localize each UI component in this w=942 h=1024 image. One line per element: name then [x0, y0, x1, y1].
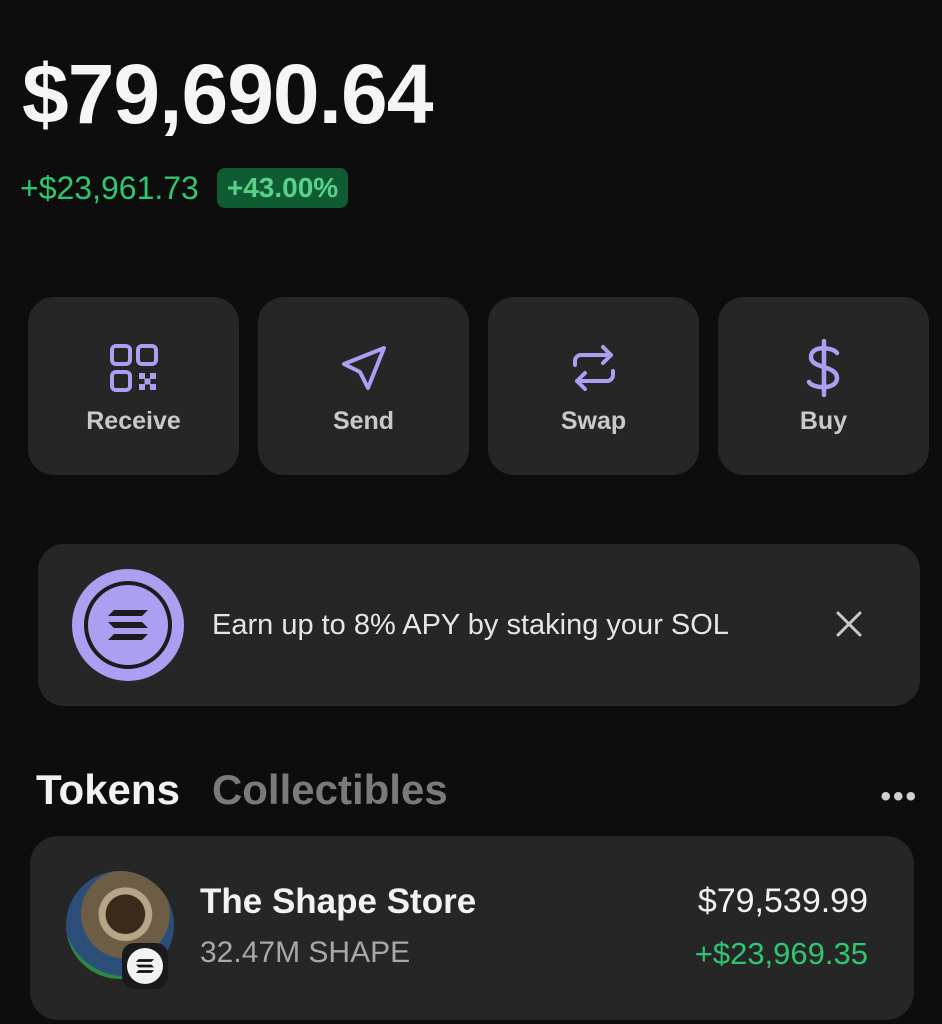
buy-label: Buy — [799, 406, 848, 435]
send-button[interactable]: Send — [258, 297, 469, 475]
asset-tabs: Tokens Collectibles — [36, 766, 448, 814]
solana-badge-icon — [122, 943, 168, 989]
send-icon — [333, 337, 395, 399]
balance-change-row: +$23,961.73 +43.00% — [20, 168, 349, 208]
action-buttons: Receive Send Swap Buy — [28, 297, 929, 475]
receive-label: Receive — [86, 406, 181, 435]
token-change: +$23,969.35 — [694, 936, 868, 971]
swap-button[interactable]: Swap — [488, 297, 699, 475]
send-label: Send — [332, 406, 395, 435]
qr-code-icon — [103, 337, 165, 399]
token-row[interactable]: The Shape Store 32.47M SHAPE $79,539.99 … — [30, 836, 914, 1020]
receive-button[interactable]: Receive — [28, 297, 239, 475]
buy-button[interactable]: Buy — [718, 297, 929, 475]
tab-tokens[interactable]: Tokens — [36, 766, 180, 814]
balance-change-amount: +$23,961.73 — [20, 169, 199, 206]
tab-collectibles[interactable]: Collectibles — [212, 766, 448, 814]
balance-change-percent-badge: +43.00% — [216, 168, 349, 208]
close-icon[interactable] — [833, 608, 865, 640]
total-balance: $79,690.64 — [22, 47, 433, 141]
solana-icon — [72, 569, 184, 681]
token-amount: 32.47M SHAPE — [200, 936, 411, 969]
swap-icon — [563, 337, 625, 399]
more-options-icon[interactable]: ••• — [880, 780, 918, 814]
dollar-icon — [793, 337, 855, 399]
swap-label: Swap — [560, 406, 627, 435]
staking-banner-text: Earn up to 8% APY by staking your SOL — [212, 609, 729, 641]
token-value: $79,539.99 — [697, 882, 868, 920]
staking-banner[interactable]: Earn up to 8% APY by staking your SOL — [38, 544, 920, 706]
token-name: The Shape Store — [200, 882, 477, 921]
